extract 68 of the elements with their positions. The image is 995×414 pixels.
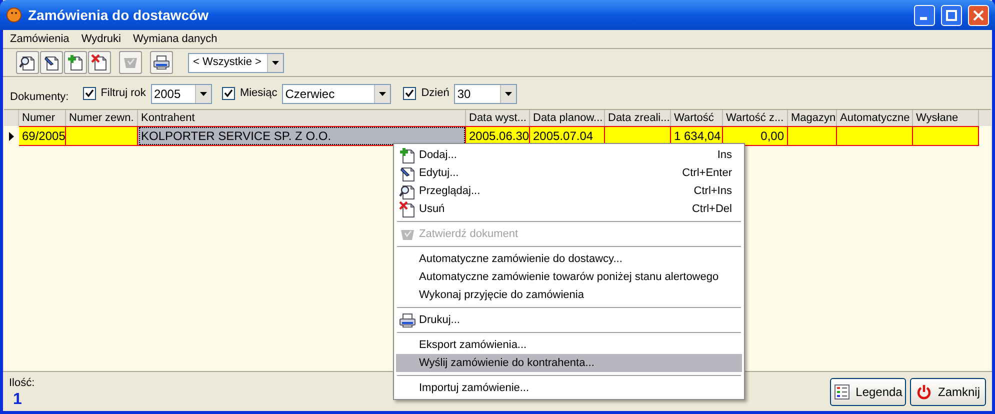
minimize-button[interactable]	[914, 4, 935, 26]
count-label: Ilość:	[9, 376, 35, 392]
maximize-icon	[946, 10, 957, 20]
dropdown-button[interactable]	[267, 54, 283, 72]
close-button[interactable]: Zamknij	[910, 378, 986, 406]
plus-document-icon	[399, 146, 416, 164]
context-menu-item[interactable]: Usuń Ctrl+Del	[396, 200, 742, 218]
context-menu-item[interactable]: Dodaj... Ins	[396, 146, 742, 164]
context-menu-item[interactable]: Wyślij zamówienie do kontrahenta...	[396, 354, 742, 372]
magnifier-document-icon	[19, 54, 36, 71]
documents-label: Dokumenty:	[10, 90, 69, 104]
close-icon	[973, 10, 984, 20]
filter-combo[interactable]: 2005	[150, 84, 212, 104]
context-menu-item[interactable]: Eksport zamówienia...	[396, 336, 742, 354]
checkbox[interactable]	[403, 87, 416, 100]
app-icon	[6, 7, 22, 23]
caret-icon	[200, 92, 207, 96]
context-menu-item[interactable]: Automatyczne zamówienie towarów poniżej stanu alertowego	[396, 268, 742, 286]
cross-document-icon	[91, 54, 108, 71]
context-menu-item[interactable]: Wykonaj przyjęcie do zamówienia	[396, 286, 742, 304]
filter-combo[interactable]: 30	[454, 84, 518, 104]
printer-icon	[153, 54, 170, 71]
caret-icon	[272, 60, 279, 64]
toolbar-button[interactable]	[16, 51, 39, 74]
pencil-document-icon	[399, 164, 416, 182]
filter-label: Dzień	[421, 86, 450, 102]
toolbar-button[interactable]	[64, 51, 87, 74]
checkmark-icon	[84, 89, 94, 98]
maximize-button[interactable]	[941, 4, 962, 26]
context-menu-item[interactable]: Automatyczne zamówienie do dostawcy...	[396, 250, 742, 268]
toolbar-button[interactable]	[88, 51, 111, 74]
toolbar-button[interactable]	[150, 51, 173, 74]
checkbox[interactable]	[82, 87, 96, 100]
dropdown-button[interactable]	[374, 84, 390, 102]
dropdown-button[interactable]	[194, 84, 211, 102]
context-menu-item[interactable]: Przeglądaj... Ctrl+Ins	[396, 182, 742, 200]
magnifier-document-icon	[399, 182, 416, 200]
context-menu-item[interactable]: Edytuj... Ctrl+Enter	[396, 164, 742, 182]
minimize-icon	[920, 17, 926, 20]
legend-button[interactable]: Legenda	[830, 378, 906, 406]
pencil-document-icon	[43, 54, 60, 71]
context-menu-item[interactable]: Importuj zamówienie...	[396, 379, 742, 397]
filter-combo[interactable]: Czerwiec	[282, 84, 392, 104]
caret-icon	[379, 92, 386, 96]
printer-icon	[399, 312, 416, 328]
dropdown-button[interactable]	[500, 84, 516, 102]
filter-combo[interactable]: < Wszystkie >	[188, 52, 284, 72]
window-title: Zamówienia do dostawców	[28, 6, 210, 24]
menu-item[interactable]: Wymiana danych	[132, 30, 218, 48]
table-cell: 69/2005	[19, 126, 66, 146]
toolbar-button[interactable]	[40, 51, 63, 74]
filter-label: Filtruj rok	[100, 86, 146, 102]
list-icon	[834, 384, 850, 400]
count-value: 1	[13, 392, 22, 408]
menu-item[interactable]: Wydruki	[81, 30, 121, 48]
checkmark-icon	[405, 89, 414, 98]
context-menu-item[interactable]: Drukuj...	[396, 311, 742, 329]
table-cell: KOLPORTER SERVICE SP. Z O.O.	[138, 126, 466, 146]
table-cell: 0,00	[723, 126, 788, 146]
menu-item[interactable]: Zamówienia	[10, 30, 70, 48]
checkmark-icon	[224, 89, 233, 98]
plus-document-icon	[67, 54, 84, 71]
cross-document-icon	[399, 200, 416, 218]
filter-label: Miesiąc	[240, 86, 278, 102]
power-icon	[916, 384, 932, 400]
checkbox[interactable]	[222, 87, 235, 100]
caret-icon	[505, 92, 512, 96]
close-button[interactable]	[968, 4, 989, 26]
